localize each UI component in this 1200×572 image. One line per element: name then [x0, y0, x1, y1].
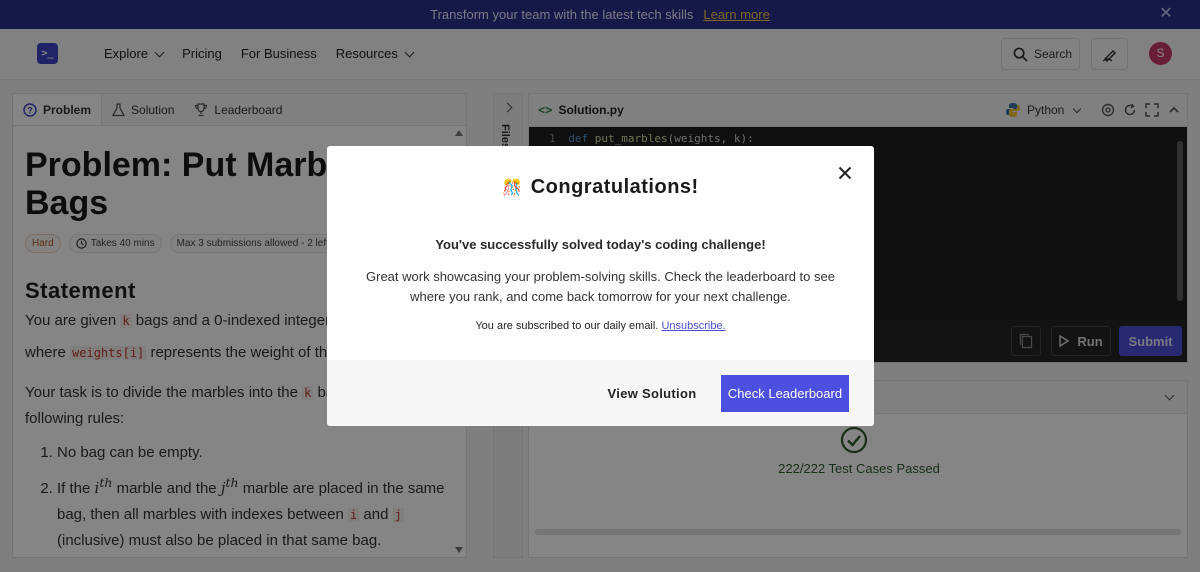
congrats-modal: 🎊 Congratulations! You've successfully so…	[327, 146, 874, 426]
modal-body: Great work showcasing your problem-solvi…	[366, 269, 835, 304]
modal-title: 🎊 Congratulations!	[327, 176, 874, 199]
modal-footer: View Solution Check Leaderboard	[327, 360, 874, 426]
party-popper-icon: 🎊	[502, 180, 523, 197]
view-solution-button[interactable]: View Solution	[597, 375, 707, 411]
check-leaderboard-button[interactable]: Check Leaderboard	[721, 375, 849, 412]
email-notice: You are subscribed to our daily email. U…	[327, 320, 874, 332]
modal-title-text: Congratulations!	[530, 176, 699, 198]
email-text: You are subscribed to our daily email.	[475, 320, 659, 332]
modal-subtitle: You've successfully solved today's codin…	[435, 237, 766, 252]
unsubscribe-link[interactable]: Unsubscribe.	[661, 320, 725, 332]
